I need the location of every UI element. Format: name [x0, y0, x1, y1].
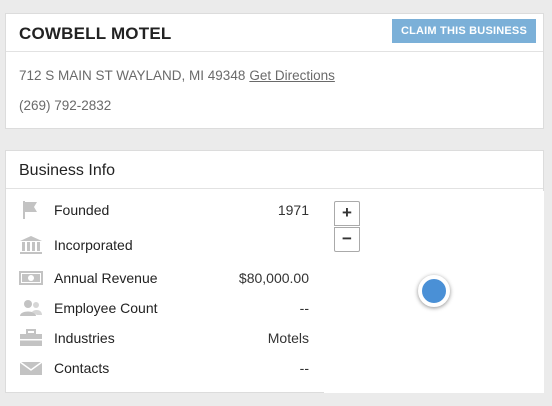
- info-value: 1971: [277, 202, 309, 218]
- money-icon: [19, 268, 43, 288]
- info-value: --: [299, 360, 309, 376]
- info-row-incorporated: Incorporated: [19, 234, 309, 256]
- info-label: Incorporated: [54, 237, 133, 253]
- address-text: 712 S MAIN ST WAYLAND, MI 49348: [19, 68, 246, 83]
- get-directions-link[interactable]: Get Directions: [249, 68, 335, 83]
- business-info-header: Business Info: [6, 151, 543, 189]
- zoom-in-button[interactable]: +: [334, 201, 360, 226]
- building-icon: [19, 235, 43, 255]
- business-header-card: COWBELL MOTEL CLAIM THIS BUSINESS 712 S …: [5, 13, 544, 129]
- business-header: COWBELL MOTEL CLAIM THIS BUSINESS: [6, 14, 543, 52]
- business-name: COWBELL MOTEL: [19, 24, 172, 43]
- info-row-founded: Founded 1971: [19, 199, 309, 221]
- briefcase-icon: [19, 328, 43, 348]
- info-label: Employee Count: [54, 300, 158, 316]
- envelope-icon: [19, 358, 43, 378]
- info-label: Founded: [54, 202, 110, 218]
- location-marker-icon[interactable]: [418, 275, 450, 307]
- info-value: $80,000.00: [238, 270, 309, 286]
- info-row-industries: Industries Motels: [19, 327, 309, 349]
- zoom-out-button[interactable]: −: [334, 227, 360, 252]
- claim-business-button[interactable]: CLAIM THIS BUSINESS: [391, 19, 536, 43]
- info-label: Annual Revenue: [54, 270, 158, 286]
- map[interactable]: + −: [324, 191, 544, 393]
- info-value: Motels: [267, 330, 309, 346]
- phone-number: (269) 792-2832: [19, 98, 112, 113]
- info-label: Contacts: [54, 360, 110, 376]
- info-row-employee-count: Employee Count --: [19, 297, 309, 319]
- info-row-annual-revenue: Annual Revenue $80,000.00: [19, 267, 309, 289]
- address-line: 712 S MAIN ST WAYLAND, MI 49348 Get Direc…: [19, 68, 335, 83]
- business-info-card: Business Info Founded 1971 Incorporated …: [5, 150, 544, 393]
- people-icon: [19, 298, 43, 318]
- info-label: Industries: [54, 330, 115, 346]
- info-row-contacts: Contacts --: [19, 357, 309, 379]
- info-value: --: [299, 300, 309, 316]
- flag-icon: [19, 200, 43, 220]
- business-info-title: Business Info: [19, 162, 116, 179]
